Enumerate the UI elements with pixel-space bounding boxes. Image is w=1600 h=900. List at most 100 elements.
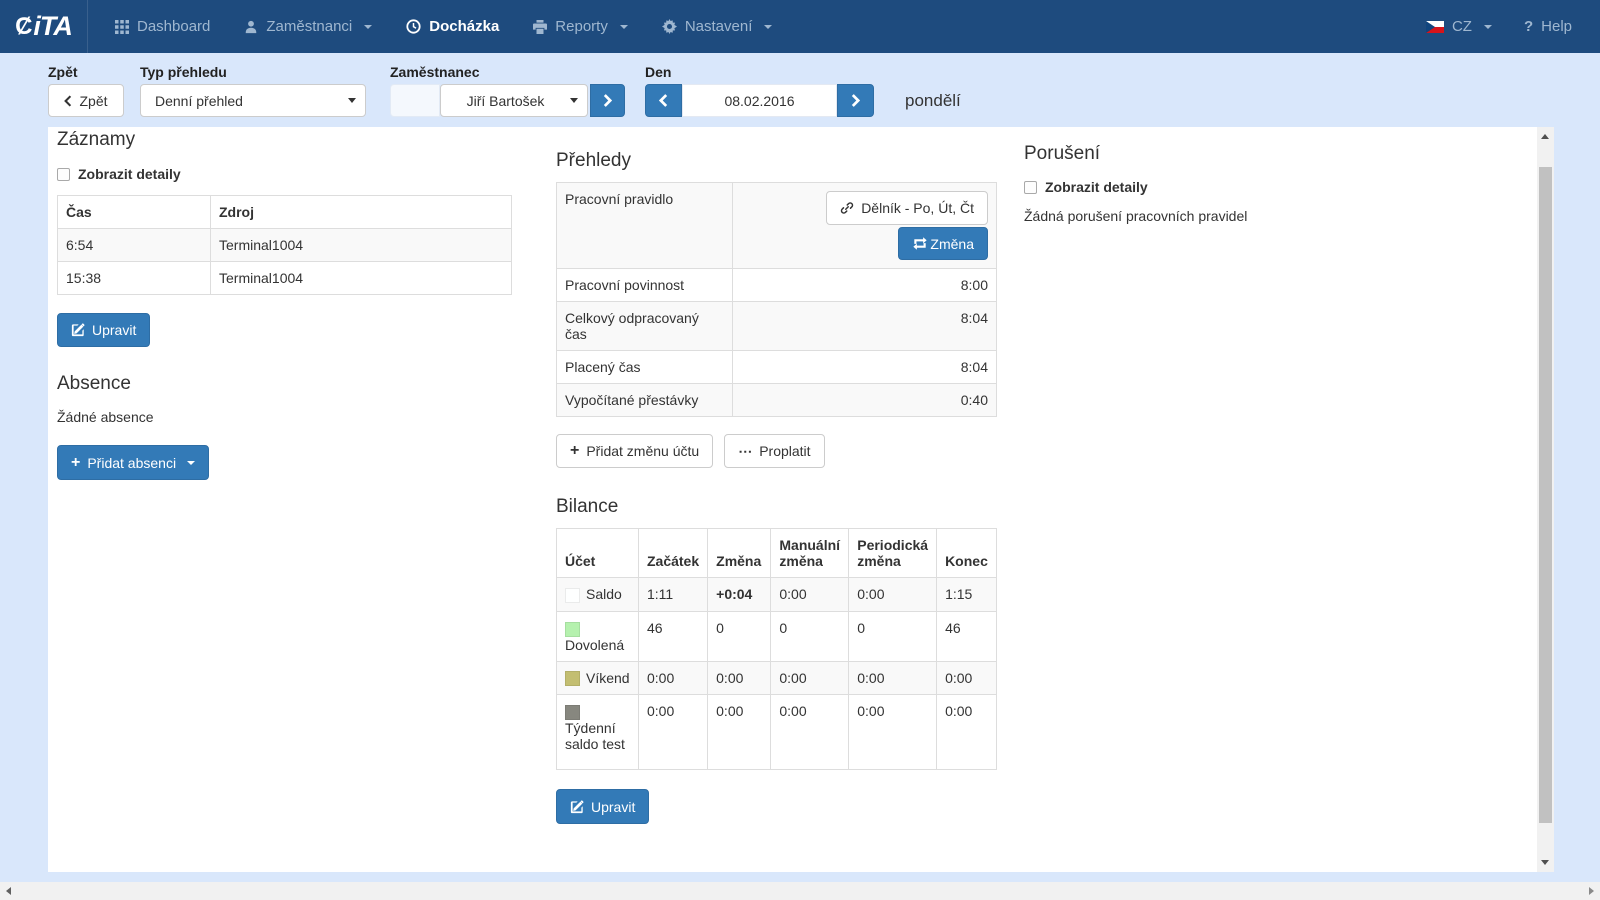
account-color-swatch [565, 588, 580, 603]
vertical-scrollbar[interactable] [1537, 127, 1554, 872]
retweet-icon [912, 237, 928, 250]
next-day-button[interactable] [837, 84, 874, 117]
payout-button[interactable]: ⋯ Proplatit [724, 434, 824, 468]
content-panel: Záznamy Zobrazit detaily Čas Zdroj 6:54 … [48, 127, 1537, 872]
nav-item-reporty[interactable]: Reporty [516, 0, 645, 53]
filter-bar: Zpět Zpět Typ přehledu Denní přehled Zam… [0, 53, 1600, 127]
table-row: Týdenní saldo test 0:00 0:00 0:00 0:00 0… [557, 695, 997, 770]
nav-item-dashboard[interactable]: Dashboard [98, 0, 227, 53]
app-logo[interactable]: Ȼ iTA [0, 0, 88, 53]
records-col-zdroj: Zdroj [211, 196, 512, 229]
table-row: Víkend 0:00 0:00 0:00 0:00 0:00 [557, 661, 997, 695]
scroll-right-arrow-icon[interactable] [1589, 887, 1594, 895]
language-code: CZ [1452, 18, 1472, 35]
plus-icon: + [570, 445, 579, 457]
violations-empty-text: Žádná porušení pracovních pravidel [1024, 208, 1504, 224]
balance-title: Bilance [556, 496, 997, 518]
clock-icon [406, 19, 421, 34]
language-switcher[interactable]: CZ [1426, 18, 1492, 35]
vertical-scrollbar-thumb[interactable] [1539, 167, 1552, 823]
help-label: Help [1541, 18, 1572, 35]
gear-icon [662, 19, 677, 34]
date-input[interactable]: 08.02.2016 [682, 84, 837, 117]
violations-title: Porušení [1024, 143, 1504, 165]
show-details-checkbox[interactable] [1024, 181, 1037, 194]
scroll-left-arrow-icon[interactable] [6, 887, 11, 895]
overview-table: Pracovní pravidlo Dělník - Po, Út, Čt Zm… [556, 182, 997, 417]
previous-day-button[interactable] [645, 84, 682, 117]
chevron-down-icon [1484, 25, 1492, 29]
nav-item-zamestnanci[interactable]: Zaměstnanci [227, 0, 389, 53]
link-icon [840, 201, 854, 215]
chevron-down-icon [764, 25, 772, 29]
edit-icon [570, 800, 584, 814]
question-icon: ? [1524, 18, 1533, 35]
report-type-label: Typ přehledu [140, 64, 227, 80]
chevron-right-icon [603, 94, 612, 107]
logo-swirl-icon: Ȼ [15, 13, 32, 41]
records-title: Záznamy [57, 129, 512, 151]
overview-title: Přehledy [556, 150, 997, 172]
table-row: Placený čas 8:04 [557, 351, 997, 384]
horizontal-scrollbar[interactable] [0, 882, 1600, 900]
records-edit-button[interactable]: Upravit [57, 313, 150, 347]
employee-number-input[interactable] [390, 84, 440, 117]
day-label: Den [645, 64, 671, 80]
select-caret-icon [570, 98, 578, 103]
account-color-swatch [565, 622, 580, 637]
user-icon [244, 20, 258, 34]
scroll-down-arrow-icon[interactable] [1541, 860, 1549, 865]
nav-item-nastaveni[interactable]: Nastavení [645, 0, 790, 53]
records-col-cas: Čas [58, 196, 211, 229]
balance-edit-button[interactable]: Upravit [556, 789, 649, 824]
help-link[interactable]: ? Help [1500, 18, 1572, 35]
work-rule-button[interactable]: Dělník - Po, Út, Čt [826, 191, 988, 225]
employee-select[interactable]: Jiří Bartošek [440, 84, 588, 117]
scroll-up-arrow-icon[interactable] [1541, 134, 1549, 139]
nav-item-dochazka[interactable]: Docházka [389, 0, 516, 53]
table-row: Saldo 1:11 +0:04 0:00 0:00 1:15 [557, 578, 997, 612]
change-rule-button[interactable]: Změna [898, 227, 988, 260]
plus-icon: + [71, 457, 80, 469]
account-color-swatch [565, 671, 580, 686]
chevron-down-icon [187, 461, 195, 465]
chevron-left-icon [64, 95, 72, 107]
table-row: Dovolená 46 0 0 0 46 [557, 611, 997, 661]
back-label: Zpět [48, 64, 78, 80]
balance-table: Účet Začátek Změna Manuální změna Period… [556, 528, 997, 770]
select-caret-icon [348, 98, 356, 103]
table-row: Pracovní povinnost 8:00 [557, 269, 997, 302]
table-row: Celkový odpracovaný čas 8:04 [557, 302, 997, 351]
czech-flag-icon [1426, 21, 1444, 33]
weekday-label: pondělí [905, 91, 961, 111]
records-show-details[interactable]: Zobrazit detaily [57, 166, 512, 182]
add-absence-button[interactable]: + Přidat absenci [57, 445, 209, 480]
violations-show-details[interactable]: Zobrazit detaily [1024, 179, 1504, 195]
show-details-checkbox[interactable] [57, 168, 70, 181]
chevron-down-icon [620, 25, 628, 29]
chevron-left-icon [659, 94, 668, 107]
ellipsis-icon: ⋯ [738, 443, 752, 460]
table-row: 6:54 Terminal1004 [58, 229, 512, 262]
edit-icon [71, 323, 85, 337]
table-row: Vypočítané přestávky 0:40 [557, 384, 997, 417]
overview-column: Přehledy Pracovní pravidlo Dělník - Po, … [556, 127, 997, 824]
logo-text: iTA [33, 11, 72, 42]
printer-icon [533, 20, 547, 34]
absence-title: Absence [57, 373, 512, 395]
account-color-swatch [565, 705, 580, 720]
employee-label: Zaměstnanec [390, 64, 479, 80]
next-employee-button[interactable] [590, 84, 625, 117]
top-navbar: Ȼ iTA Dashboard Zaměstnanci Docházka Rep… [0, 0, 1600, 53]
chevron-right-icon [851, 94, 860, 107]
back-button[interactable]: Zpět [48, 84, 124, 117]
table-row: Pracovní pravidlo Dělník - Po, Út, Čt Zm… [557, 183, 997, 269]
violations-column: Porušení Zobrazit detaily Žádná porušení… [1024, 127, 1504, 224]
rule-label: Pracovní pravidlo [557, 183, 733, 269]
grid-icon [115, 20, 129, 34]
absence-empty-text: Žádné absence [57, 409, 512, 425]
add-account-change-button[interactable]: + Přidat změnu účtu [556, 434, 713, 468]
records-column: Záznamy Zobrazit detaily Čas Zdroj 6:54 … [57, 127, 512, 480]
chevron-down-icon [364, 25, 372, 29]
report-type-select[interactable]: Denní přehled [140, 84, 366, 117]
